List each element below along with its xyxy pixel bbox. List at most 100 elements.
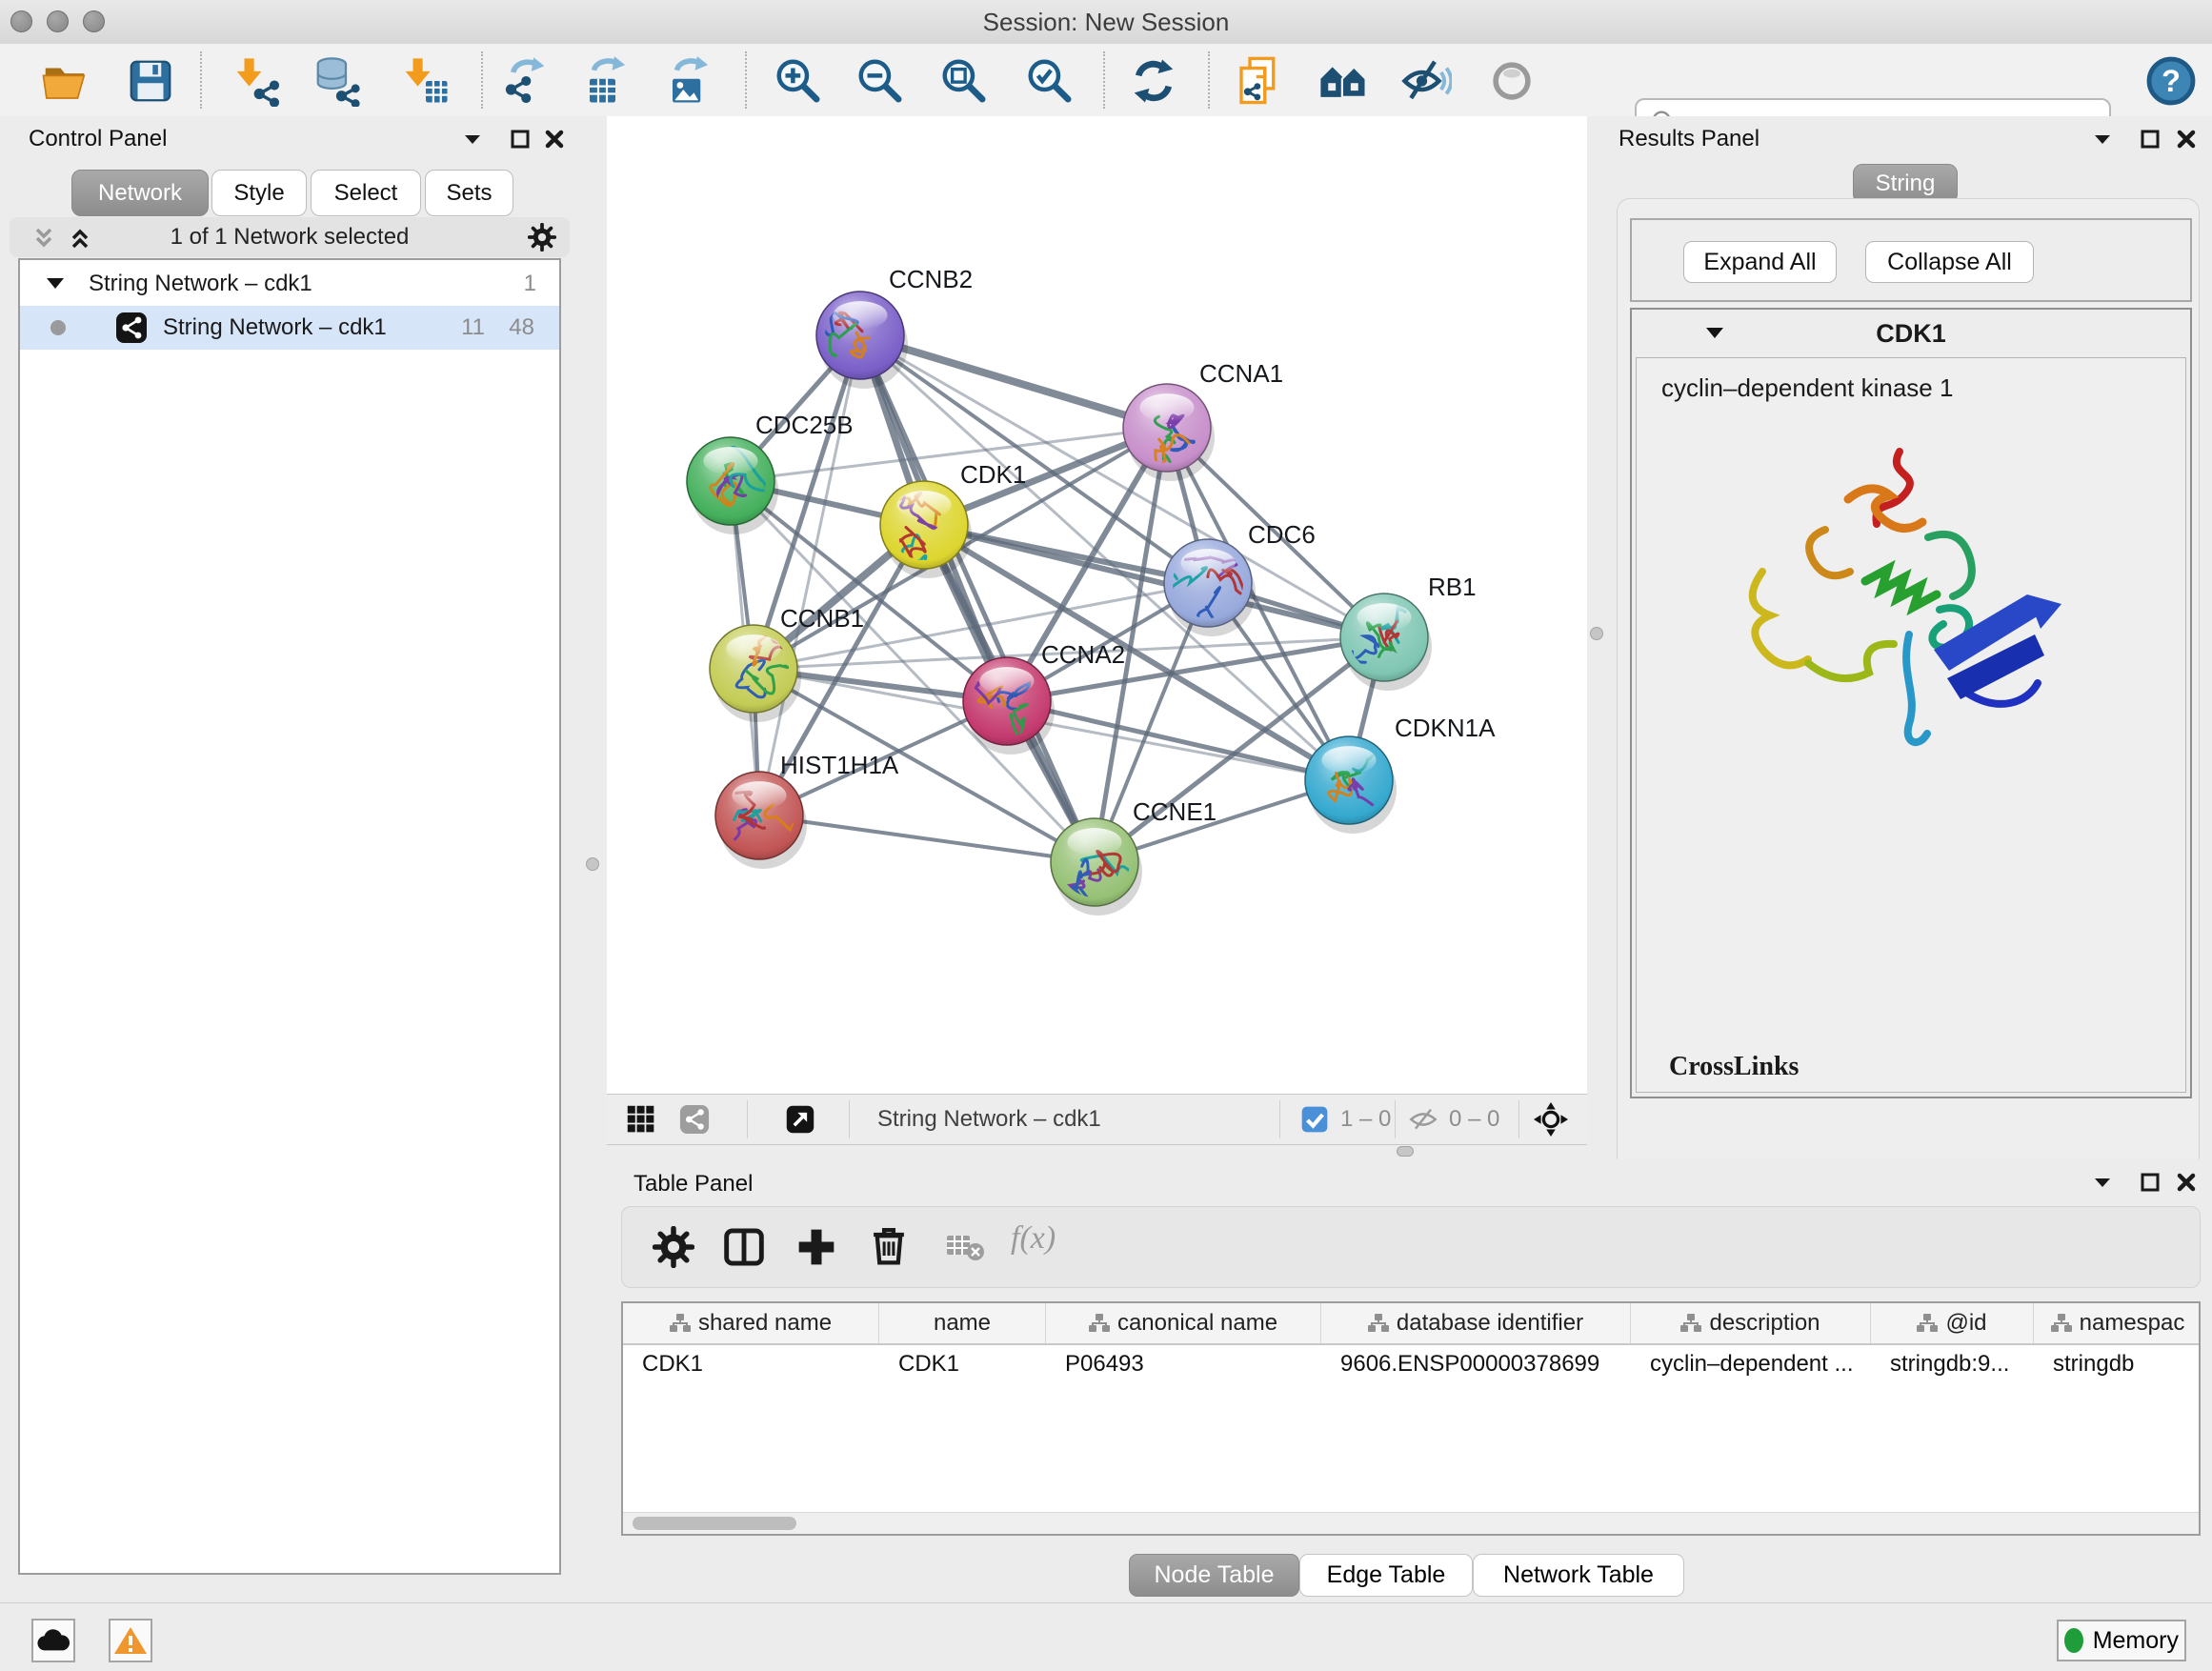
selected-checkbox-icon[interactable] [1300,1105,1329,1134]
network-row-selected[interactable]: String Network – cdk1 11 48 [20,306,559,350]
network-node-cdc6[interactable]: CDC6 [1164,520,1316,640]
table-cell[interactable]: stringdb [2034,1343,2201,1385]
panel-close-icon[interactable] [2175,1171,2198,1197]
network-node-rb1[interactable]: RB1 [1340,573,1477,691]
network-node-hist1h1a[interactable]: HIST1H1A [715,751,899,869]
entry-header[interactable]: CDK1 [1632,310,2190,357]
zoom-in-icon[interactable] [771,53,826,109]
tab-network[interactable]: Network [71,170,209,216]
panel-close-icon[interactable] [2175,128,2198,153]
column-header-database-identifier[interactable]: database identifier [1321,1303,1631,1343]
collapse-all-button[interactable]: Collapse All [1865,241,2034,283]
help-icon[interactable]: ? [2142,51,2197,107]
import-network-file-icon[interactable] [230,53,285,109]
tab-node-table[interactable]: Node Table [1129,1554,1299,1597]
export-table-icon[interactable] [579,53,634,109]
delete-table-icon[interactable] [946,1232,984,1265]
memory-button[interactable]: Memory [2057,1620,2186,1661]
column-header-namespac[interactable]: namespac [2034,1303,2201,1343]
horizontal-scrollbar[interactable] [623,1512,2199,1534]
column-type-icon [1368,1314,1389,1333]
column-header--id[interactable]: @id [1871,1303,2034,1343]
tab-select[interactable]: Select [311,170,421,216]
save-session-icon[interactable] [123,53,178,109]
network-canvas[interactable]: CCNB2CCNA1CDC25BCDK1CDC6RB1CCNB1CCNA2CDK… [607,116,1587,1094]
collection-count: 1 [524,262,536,306]
column-header-canonical-name[interactable]: canonical name [1046,1303,1321,1343]
panel-float-icon[interactable] [2139,128,2162,153]
tab-network-table[interactable]: Network Table [1473,1554,1684,1597]
hidden-eye-icon[interactable] [1408,1105,1438,1134]
splitter-handle[interactable] [586,857,599,871]
import-network-database-icon[interactable] [310,53,365,109]
panel-float-icon[interactable] [509,128,532,153]
table-cell[interactable]: CDK1 [623,1343,879,1385]
open-in-window-icon[interactable] [785,1104,815,1137]
add-column-icon[interactable] [795,1226,837,1271]
network-row-label: String Network – cdk1 [163,306,387,350]
network-node-ccna1[interactable]: CCNA1 [1123,359,1283,481]
column-header-name[interactable]: name [879,1303,1046,1343]
function-builder-icon[interactable]: f(x) [1011,1220,1056,1257]
export-image-icon[interactable] [662,53,717,109]
column-header-shared-name[interactable]: shared name [623,1303,879,1343]
tab-sets[interactable]: Sets [425,170,513,216]
left-splitter[interactable] [579,116,607,1602]
collapse-triangle-icon[interactable] [45,275,66,292]
memory-label: Memory [2093,1627,2179,1655]
window-titlebar: Session: New Session [0,0,2212,45]
table-panel-title: Table Panel [633,1171,753,1198]
table-cell[interactable]: 9606.ENSP00000378699 [1321,1343,1631,1385]
edge-ccna2-cdkn1a[interactable] [1007,701,1349,780]
edge-ccnb2-hist1h1a[interactable] [759,335,860,815]
column-header-label: namespac [2080,1310,2185,1337]
zoom-selected-icon[interactable] [1022,53,1077,109]
column-header-label: shared name [698,1310,832,1337]
birdseye-grid-icon[interactable] [626,1104,656,1137]
show-columns-icon[interactable] [723,1226,765,1271]
fit-selected-crosshair-icon[interactable] [1533,1101,1569,1140]
hide-panels-eye-icon[interactable] [1398,53,1454,109]
table-cell[interactable]: P06493 [1046,1343,1321,1385]
network-node-cdkn1a[interactable]: CDKN1A [1305,714,1496,834]
network-overview-icon[interactable] [1316,53,1371,109]
column-type-icon [2051,1314,2072,1333]
copy-document-icon[interactable] [1231,53,1286,109]
open-session-icon[interactable] [37,53,92,109]
table-cell[interactable]: stringdb:9... [1871,1343,2034,1385]
warnings-button[interactable] [109,1619,152,1662]
refresh-view-icon[interactable] [1126,53,1181,109]
table-cell[interactable]: cyclin–dependent ... [1631,1343,1871,1385]
right-splitter[interactable] [1587,116,1607,1143]
expand-all-button[interactable]: Expand All [1683,241,1837,283]
import-table-file-icon[interactable] [398,53,453,109]
toolbar-separator [200,51,202,109]
tab-edge-table[interactable]: Edge Table [1299,1554,1473,1597]
zoom-out-icon[interactable] [853,53,908,109]
table-gear-icon[interactable] [653,1226,694,1271]
delete-column-icon[interactable] [868,1224,910,1269]
table-row[interactable]: CDK1CDK1P064939606.ENSP00000378699cyclin… [623,1343,2201,1385]
panel-close-icon[interactable] [543,128,566,153]
edge-ccnb2-ccne1[interactable] [860,335,1095,862]
panel-menu-icon[interactable] [2091,1171,2114,1197]
zoom-fit-icon[interactable] [936,53,992,109]
network-node-ccnb2[interactable]: CCNB2 [798,265,973,389]
table-cell[interactable]: CDK1 [879,1343,1046,1385]
panel-menu-icon[interactable] [2091,128,2114,153]
network-options-gear-icon[interactable] [528,223,556,254]
scrollbar-thumb[interactable] [633,1517,796,1530]
panel-float-icon[interactable] [2139,1171,2162,1197]
splitter-handle[interactable] [1590,627,1603,640]
edge-hist1h1a-ccne1[interactable] [759,815,1095,862]
network-share-icon[interactable] [679,1104,710,1137]
column-header-description[interactable]: description [1631,1303,1871,1343]
tab-style[interactable]: Style [211,170,307,216]
splitter-handle[interactable] [1397,1146,1414,1157]
network-collection-row[interactable]: String Network – cdk1 1 [20,262,559,306]
record-icon[interactable] [1484,53,1539,109]
export-network-icon[interactable] [496,53,552,109]
network-node-cdc25b[interactable]: CDC25B [687,411,854,534]
cloud-status-button[interactable] [31,1619,75,1662]
panel-menu-icon[interactable] [461,128,484,153]
